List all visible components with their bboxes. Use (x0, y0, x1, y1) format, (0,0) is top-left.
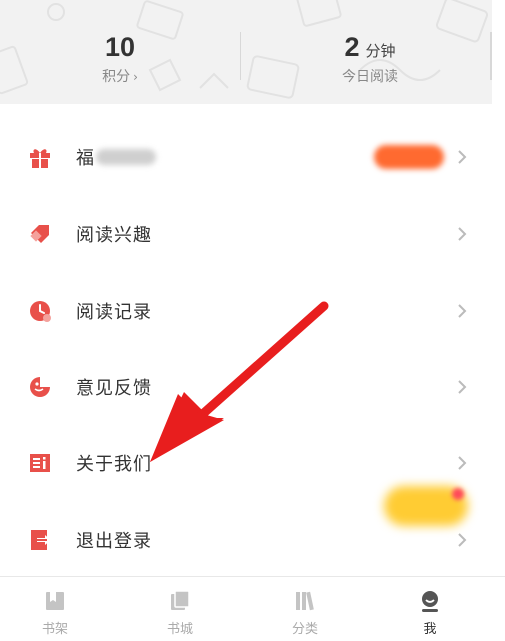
profile-icon (422, 591, 438, 612)
menu-item-reading-history[interactable]: 阅读记录 (0, 274, 492, 348)
reading-time-unit: 分钟 (365, 42, 396, 60)
tab-bookstore[interactable]: 书城 (130, 577, 230, 641)
tag-icon (30, 225, 49, 243)
bookstore-icon (171, 590, 190, 610)
menu-item-label: 意见反馈 (76, 378, 152, 399)
menu-item-label: 关于我们 (76, 454, 152, 475)
reading-time-label: 今日阅读 (342, 69, 398, 85)
points-value: 10 (104, 32, 136, 62)
tab-bookshelf[interactable]: 书架 (5, 577, 105, 641)
chevron-right-icon (458, 456, 467, 470)
chevron-right-icon (458, 304, 467, 318)
tab-label: 分类 (291, 622, 318, 637)
chevron-right-icon (458, 380, 467, 394)
tab-label: 书城 (166, 622, 193, 637)
tab-me[interactable]: 我 (380, 577, 480, 641)
stats-divider (240, 32, 241, 80)
bookshelf-icon (46, 592, 64, 610)
chevron-right-icon (458, 227, 467, 241)
stats-header: 10 积分 › 2 分钟 今日阅读 (0, 0, 492, 104)
chevron-right-icon (458, 150, 467, 164)
menu-item-reading-interest[interactable]: 阅读兴趣 (0, 197, 492, 271)
menu-item-label: 退出登录 (76, 531, 152, 552)
tab-category[interactable]: 分类 (255, 577, 355, 641)
chevron-right-icon: › (133, 70, 138, 84)
blurred-text (96, 149, 156, 165)
feedback-icon (30, 377, 50, 397)
chevron-right-icon (458, 533, 467, 547)
menu-item-label: 阅读记录 (76, 302, 152, 323)
info-icon (30, 454, 50, 472)
points-label: 积分 (102, 69, 131, 85)
logout-icon (31, 530, 51, 550)
points-stat[interactable]: 10 积分 › (0, 28, 240, 88)
gift-icon (30, 149, 50, 168)
menu-item-label: 福 (76, 148, 95, 169)
notification-dot (452, 488, 464, 500)
clock-icon (30, 301, 51, 322)
menu-item-label: 阅读兴趣 (76, 225, 152, 246)
tab-label: 我 (423, 622, 437, 637)
status-badge (374, 145, 444, 169)
reading-time-stat: 2 分钟 今日阅读 (250, 28, 490, 88)
stats-divider-edge (490, 32, 492, 80)
category-icon (296, 591, 314, 611)
tab-label: 书架 (41, 622, 68, 637)
bottom-tab-bar: 书架 书城 分类 我 (0, 576, 505, 641)
reading-time-value: 2 (344, 32, 360, 62)
menu-item-feedback[interactable]: 意见反馈 (0, 350, 492, 424)
menu-item-welfare[interactable]: 福 (0, 120, 492, 194)
